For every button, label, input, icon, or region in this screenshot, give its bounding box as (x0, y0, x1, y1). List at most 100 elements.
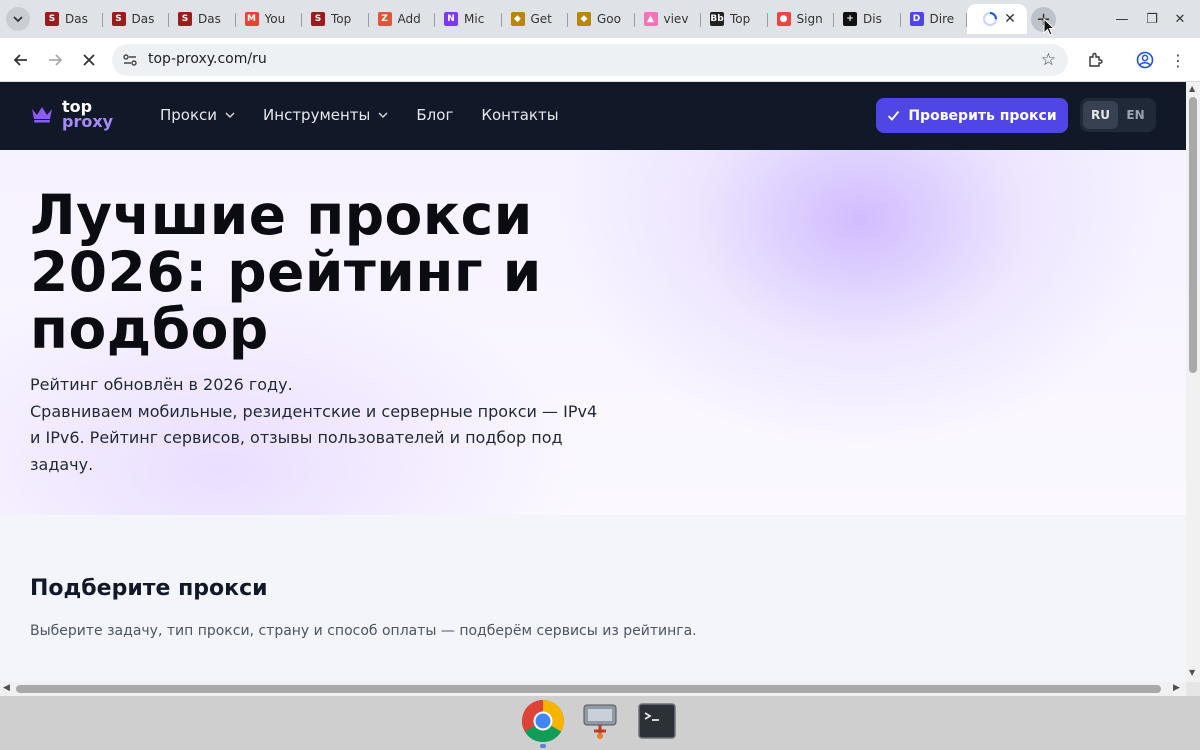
tab-title: Das (198, 12, 221, 26)
logo-proxy: proxy (62, 112, 114, 131)
browser-tab[interactable]: ◆ Get (502, 4, 569, 34)
page-viewport: top proxy Прокси Инструменты Блог Контак… (0, 82, 1186, 682)
horizontal-scroll-thumb[interactable] (16, 685, 1161, 693)
lang-ru[interactable]: RU (1083, 101, 1118, 129)
browser-tab[interactable]: S Das (103, 4, 170, 34)
check-icon (888, 110, 900, 121)
vertical-scrollbar[interactable]: ▲ ▼ (1186, 82, 1200, 682)
tab-title: Dis (863, 12, 882, 26)
main-nav: Прокси Инструменты Блог Контакты (160, 106, 587, 124)
chrome-icon[interactable] (521, 699, 565, 743)
network-icon[interactable] (578, 699, 622, 743)
language-switcher: RU EN (1080, 98, 1156, 132)
browser-toolbar: top-proxy.com/ru ☆ ⋮ (0, 38, 1200, 82)
purple-app-icon: N (444, 12, 458, 26)
lang-en[interactable]: EN (1118, 101, 1153, 129)
nav-blog[interactable]: Блог (416, 106, 453, 124)
chevron-down-icon (225, 112, 235, 119)
brave-icon: ● (776, 12, 791, 26)
browser-tab[interactable]: S Das (36, 4, 103, 34)
browser-tab[interactable]: S Das (169, 4, 236, 34)
forward-icon[interactable] (42, 47, 68, 73)
browser-tab[interactable]: + Dis (834, 4, 901, 34)
tab-list: S Das S Das S Das M You S Top Z Add N Mic ◆ Get ◆ Goo ▲ vie… (36, 4, 1027, 34)
s-icon: S (178, 12, 192, 26)
taskbar (0, 696, 1200, 750)
pink-app-icon: ▲ (643, 12, 658, 26)
scroll-right-icon[interactable]: ▶ (1173, 683, 1180, 693)
tab-title: You (264, 12, 286, 26)
hatch-icon: Z (377, 12, 392, 26)
profile-icon[interactable] (1132, 47, 1158, 73)
horizontal-scrollbar[interactable]: ◀ ▶ (0, 682, 1186, 696)
s-icon: S (45, 12, 59, 26)
crown-icon (32, 107, 52, 123)
minimize-icon[interactable]: — (1112, 9, 1132, 29)
browser-tab[interactable]: Z Add (369, 4, 436, 34)
tab-title: Add (397, 12, 421, 26)
tab-title: Top (331, 12, 352, 26)
hero-line2: Сравниваем мобильные, резидентские и сер… (30, 401, 598, 474)
tab-title: Get (530, 12, 552, 26)
tab-title: Das (131, 12, 155, 26)
window-close-icon[interactable]: ✕ (1170, 9, 1190, 29)
check-proxy-button[interactable]: Проверить прокси (876, 98, 1068, 133)
tab-title: Dire (929, 12, 955, 26)
browser-tab[interactable]: D Dire (901, 4, 968, 34)
picker-title: Подберите прокси (30, 576, 268, 601)
s-icon: S (311, 12, 325, 26)
check-proxy-label: Проверить прокси (908, 107, 1057, 124)
mouse-cursor-icon (1043, 18, 1055, 36)
gmail-icon: M (244, 12, 259, 26)
scrollbar-corner (1186, 682, 1200, 696)
hero-line1: Рейтинг обновлён в 2026 году. (30, 375, 293, 394)
menu-kebab-icon[interactable]: ⋮ (1165, 47, 1191, 73)
chevron-down-icon (378, 112, 388, 119)
site-logo[interactable]: top proxy (30, 99, 114, 131)
tab-search-button[interactable] (6, 7, 30, 31)
close-tab-icon[interactable]: ✕ (1000, 9, 1020, 29)
url-text: top-proxy.com/ru (148, 51, 267, 67)
stop-loading-icon[interactable] (76, 47, 102, 73)
extensions-icon[interactable] (1082, 47, 1108, 73)
shield-icon: ◆ (510, 12, 525, 26)
logo-text: top proxy (62, 99, 114, 131)
bookmark-star-icon[interactable]: ☆ (1041, 50, 1056, 70)
nav-tools-label: Инструменты (263, 106, 371, 124)
tab-title: Goo (597, 12, 621, 26)
s-icon: S (111, 12, 126, 26)
nav-contacts[interactable]: Контакты (481, 106, 558, 124)
tab-title: Das (65, 12, 88, 26)
nav-tools[interactable]: Инструменты (263, 106, 388, 124)
scroll-down-icon[interactable]: ▼ (1189, 668, 1195, 677)
picker-section: Подберите прокси Выберите задачу, тип пр… (0, 515, 1186, 682)
running-indicator (540, 744, 546, 748)
browser-tab[interactable]: ● Sign (768, 4, 835, 34)
chevron-down-icon (13, 16, 23, 23)
tab-strip: S Das S Das S Das M You S Top Z Add N Mic ◆ Get ◆ Goo ▲ vie… (0, 0, 1200, 38)
browser-tab[interactable]: S Top (302, 4, 369, 34)
site-settings-icon[interactable] (122, 52, 138, 68)
scroll-up-icon[interactable]: ▲ (1189, 84, 1195, 93)
browser-tab[interactable]: ◆ Goo (568, 4, 635, 34)
tab-title: Mic (464, 12, 485, 26)
nav-proxies-label: Прокси (160, 106, 218, 124)
browser-tab[interactable]: Bb Top (701, 4, 768, 34)
vertical-scroll-thumb[interactable] (1189, 97, 1197, 373)
browser-tab[interactable]: M You (236, 4, 303, 34)
hero-description: Рейтинг обновлён в 2026 году. Сравниваем… (30, 372, 600, 478)
nav-proxies[interactable]: Прокси (160, 106, 235, 124)
plus-circle-icon: + (843, 12, 857, 26)
back-icon[interactable] (8, 47, 34, 73)
picker-subtitle: Выберите задачу, тип прокси, страну и сп… (30, 623, 697, 639)
browser-tab[interactable]: ▲ viev (635, 4, 702, 34)
hero-title: Лучшие прокси 2026: рейтинг и подбор (30, 183, 542, 361)
shield-icon: ◆ (577, 12, 591, 26)
loading-icon (983, 12, 997, 26)
hero-section: Лучшие прокси 2026: рейтинг и подбор Рей… (0, 150, 1186, 515)
browser-tab[interactable]: N Mic (435, 4, 502, 34)
terminal-icon[interactable] (635, 699, 679, 743)
restore-icon[interactable]: ❐ (1142, 9, 1162, 29)
scroll-left-icon[interactable]: ◀ (3, 683, 10, 693)
address-bar[interactable]: top-proxy.com/ru ☆ (112, 44, 1068, 76)
